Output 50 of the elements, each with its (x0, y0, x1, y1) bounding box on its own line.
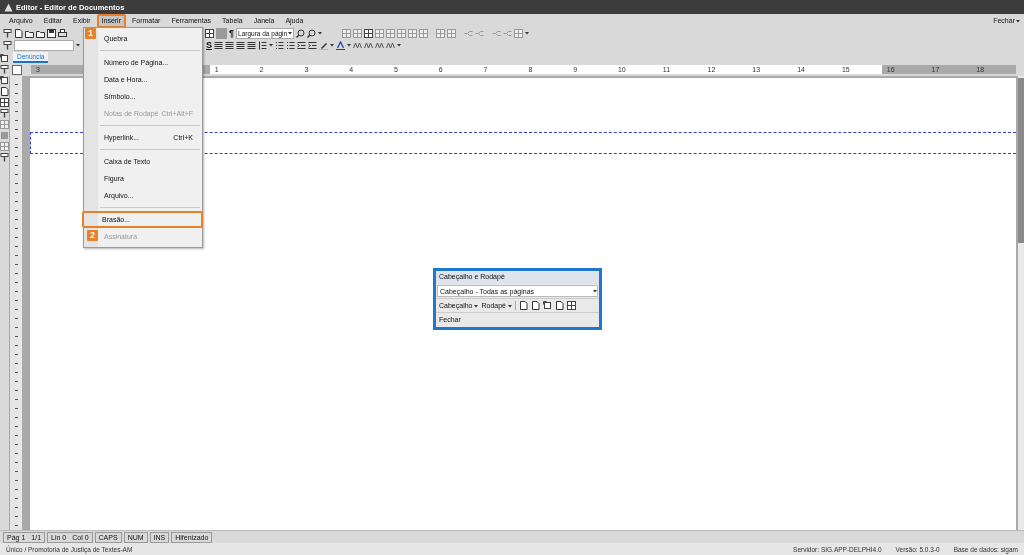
underline-button[interactable]: S (206, 40, 212, 50)
list-icon[interactable] (275, 40, 284, 50)
brush-icon[interactable] (3, 28, 12, 38)
table-icon[interactable] (567, 301, 576, 310)
caret-icon[interactable] (593, 289, 597, 293)
brush-icon[interactable] (0, 65, 9, 74)
align-icon[interactable] (247, 40, 256, 50)
line-spacing-icon[interactable] (258, 40, 267, 50)
frame-icon[interactable] (0, 54, 9, 63)
paragraph-mark-button[interactable]: ¶ (229, 28, 234, 38)
zoom-icon[interactable] (296, 28, 306, 38)
page-icon[interactable] (14, 28, 23, 38)
brush-icon[interactable] (0, 153, 9, 162)
table-icon[interactable] (205, 28, 214, 38)
font-size-icon[interactable] (364, 40, 373, 50)
zoom-icon[interactable] (307, 28, 317, 38)
save-icon[interactable] (47, 28, 56, 38)
caret-icon[interactable] (525, 31, 530, 35)
app-logo-icon (4, 2, 13, 12)
font-size-icon[interactable] (375, 40, 384, 50)
printer-icon[interactable] (58, 28, 67, 38)
table-icon[interactable] (364, 28, 374, 38)
font-size-icon[interactable] (353, 40, 362, 50)
step-badge: 2 (87, 230, 98, 241)
caret-icon[interactable] (397, 43, 401, 47)
frame-icon[interactable] (543, 301, 552, 310)
indent-icon[interactable] (297, 40, 306, 50)
caret-icon[interactable] (76, 43, 80, 47)
tab-stop-button[interactable] (12, 64, 22, 75)
caret-icon[interactable] (474, 303, 479, 308)
frame-icon[interactable] (0, 76, 9, 85)
caret-icon[interactable] (269, 43, 273, 47)
caret-icon[interactable] (347, 43, 351, 47)
align-icon[interactable] (225, 40, 234, 50)
caret-icon[interactable] (330, 43, 334, 47)
indent-icon[interactable] (308, 40, 317, 50)
step-badge: 1 (85, 28, 96, 39)
caret-icon[interactable] (318, 31, 323, 35)
highlighter-icon[interactable] (319, 40, 328, 50)
caret-icon[interactable] (288, 31, 293, 35)
brush-icon[interactable] (3, 40, 12, 50)
brush-icon[interactable] (0, 109, 9, 118)
table-icon[interactable] (0, 98, 9, 107)
page-icon[interactable] (555, 301, 564, 310)
list-icon[interactable] (286, 40, 295, 50)
align-icon[interactable] (236, 40, 245, 50)
align-icon[interactable] (214, 40, 223, 50)
page-icon[interactable] (0, 87, 9, 96)
font-size-icon[interactable] (386, 40, 395, 50)
font-color-icon[interactable] (336, 40, 345, 50)
